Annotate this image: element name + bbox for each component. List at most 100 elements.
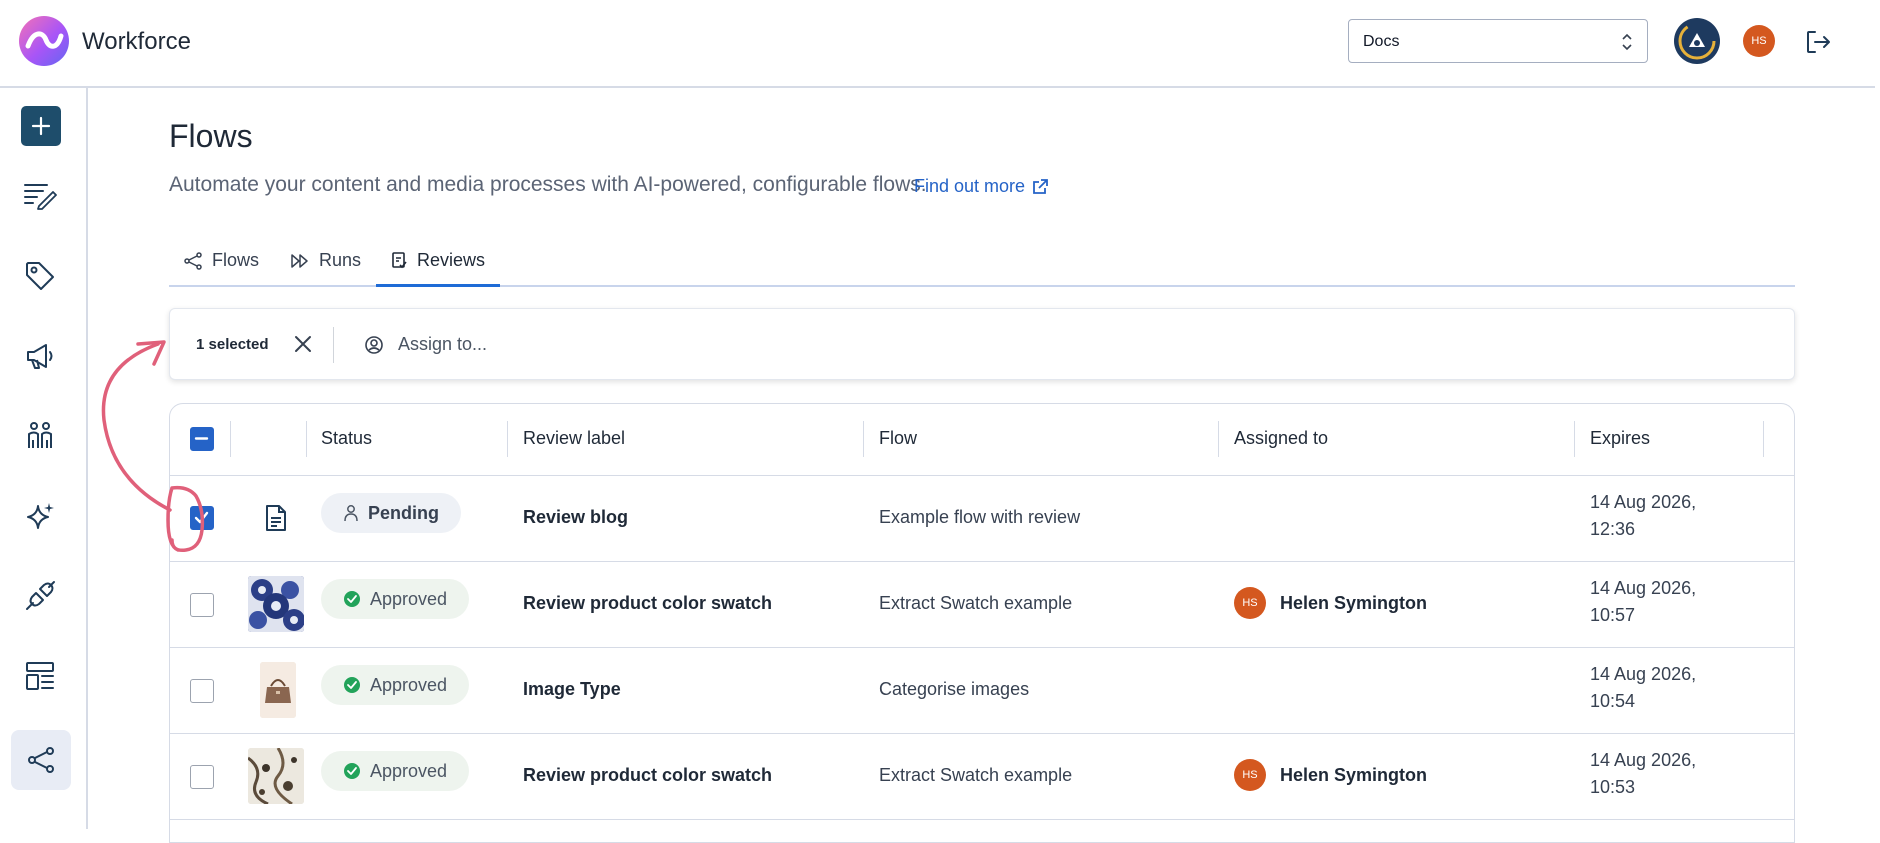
divider [333, 327, 334, 363]
reviews-table: Status Review label Flow Assigned to Exp… [169, 403, 1795, 843]
column-divider [863, 421, 864, 457]
expires-time: 10:53 [1590, 777, 1636, 797]
tab-label: Flows [212, 250, 260, 270]
logout-icon[interactable] [1804, 28, 1832, 56]
people-icon [28, 422, 52, 448]
row-checkbox[interactable] [190, 506, 214, 530]
select-all-checkbox[interactable] [190, 427, 214, 451]
sparkle-icon [27, 503, 54, 529]
column-header-flow[interactable]: Flow [879, 428, 917, 449]
workspace-select-value: Docs [1363, 33, 1400, 50]
assign-to-label: Assign to... [398, 334, 488, 354]
thumbnail-image [248, 748, 304, 804]
tabs: Flows Runs Reviews [169, 236, 1795, 287]
row-checkbox[interactable] [190, 679, 214, 703]
tab-label: Reviews [417, 249, 486, 270]
thumbnail-image [260, 662, 296, 718]
sidebar-item-integrations[interactable] [20, 576, 60, 616]
sidebar-item-templates[interactable] [20, 656, 60, 696]
page-description: Automate your content and media processe… [169, 173, 927, 196]
expires: 14 Aug 2026, 12:36 [1590, 489, 1730, 543]
external-link-icon [1033, 178, 1048, 194]
flow-name: Extract Swatch example [879, 765, 1073, 785]
find-out-more-label: Find out more [914, 176, 1026, 196]
assign-to-button[interactable]: Assign to... [364, 334, 487, 355]
status-label: Approved [370, 674, 448, 695]
expires-date: 14 Aug 2026, [1590, 750, 1697, 770]
sidebar-item-content[interactable] [20, 175, 60, 215]
tab-flows[interactable]: Flows [184, 236, 259, 285]
close-icon[interactable] [290, 331, 316, 357]
table-row[interactable]: Approved Review product color swatch Ext… [170, 733, 1794, 820]
tab-label: Runs [319, 250, 362, 270]
avatar: HS [1234, 759, 1266, 791]
expires-time: 10:57 [1590, 605, 1636, 625]
page-title: Flows [169, 118, 253, 154]
column-divider [1574, 421, 1575, 457]
chevron-updown-icon [1622, 33, 1632, 51]
table-row[interactable]: Pending Review blog Example flow with re… [170, 475, 1794, 562]
flow-name: Example flow with review [879, 507, 1081, 527]
megaphone-icon [27, 344, 53, 369]
tab-reviews[interactable]: Reviews [376, 236, 501, 287]
status-badge: Pending [321, 493, 461, 533]
find-out-more-link[interactable]: Find out more [914, 176, 1049, 197]
logo-icon[interactable] [19, 16, 69, 66]
brand-name: Workforce [82, 28, 191, 55]
review-label: Review product color swatch [523, 593, 773, 613]
column-header-expires[interactable]: Expires [1590, 428, 1650, 449]
plug-icon [26, 581, 55, 610]
expires-date: 14 Aug 2026, [1590, 664, 1697, 684]
sidebar-add-button[interactable] [21, 106, 61, 146]
table-row[interactable]: Approved Review product color swatch Ext… [170, 561, 1794, 648]
flow-name: Extract Swatch example [879, 593, 1073, 613]
column-divider [1218, 421, 1219, 457]
check-circle-icon [344, 591, 360, 607]
person-icon [344, 505, 358, 522]
column-header-assigned[interactable]: Assigned to [1234, 428, 1328, 449]
selected-count: 1 selected [196, 336, 269, 353]
sidebar-item-tags[interactable] [20, 256, 60, 296]
expires: 14 Aug 2026, 10:54 [1590, 661, 1730, 715]
expires: 14 Aug 2026, 10:53 [1590, 747, 1730, 801]
tab-runs[interactable]: Runs [291, 236, 361, 285]
tag-icon [26, 262, 54, 290]
status-label: Approved [370, 760, 448, 781]
flow-icon [184, 251, 202, 270]
expires: 14 Aug 2026, 10:57 [1590, 575, 1730, 629]
top-bar: Workforce Docs HS [0, 0, 1875, 88]
check-circle-icon [344, 677, 360, 693]
edit-list-icon [24, 184, 57, 210]
avatar: HS [1234, 587, 1266, 619]
status-label: Pending [368, 502, 439, 523]
assignee[interactable]: HS Helen Symington [1234, 587, 1427, 619]
plus-icon [31, 116, 51, 136]
status-badge: Approved [321, 665, 470, 705]
bulk-action-bar: 1 selected Assign to... [169, 308, 1795, 380]
assignee[interactable]: HS Helen Symington [1234, 759, 1427, 791]
expires-time: 10:54 [1590, 691, 1636, 711]
sidebar-item-campaigns[interactable] [20, 336, 60, 376]
user-avatar[interactable]: HS [1743, 25, 1775, 57]
assignee-name: Helen Symington [1280, 592, 1428, 613]
column-divider [306, 421, 307, 457]
row-checkbox[interactable] [190, 765, 214, 789]
sidebar-item-ai[interactable] [20, 496, 60, 536]
document-icon [266, 505, 286, 531]
workspace-select[interactable]: Docs [1348, 19, 1648, 63]
review-icon [392, 252, 407, 269]
check-circle-icon [344, 763, 360, 779]
row-checkbox[interactable] [190, 593, 214, 617]
sidebar-item-people[interactable] [20, 416, 60, 456]
column-header-review-label[interactable]: Review label [523, 428, 625, 449]
layout-icon [26, 662, 54, 690]
flow-icon [28, 747, 54, 773]
ring-badge-icon[interactable] [1674, 18, 1720, 64]
fast-forward-icon [291, 253, 308, 268]
expires-date: 14 Aug 2026, [1590, 578, 1697, 598]
review-label: Review blog [523, 507, 629, 527]
sidebar-item-flows[interactable] [11, 730, 71, 790]
column-header-status[interactable]: Status [321, 428, 372, 449]
table-row[interactable]: Approved Image Type Categorise images 14… [170, 647, 1794, 734]
status-badge: Approved [321, 579, 470, 619]
